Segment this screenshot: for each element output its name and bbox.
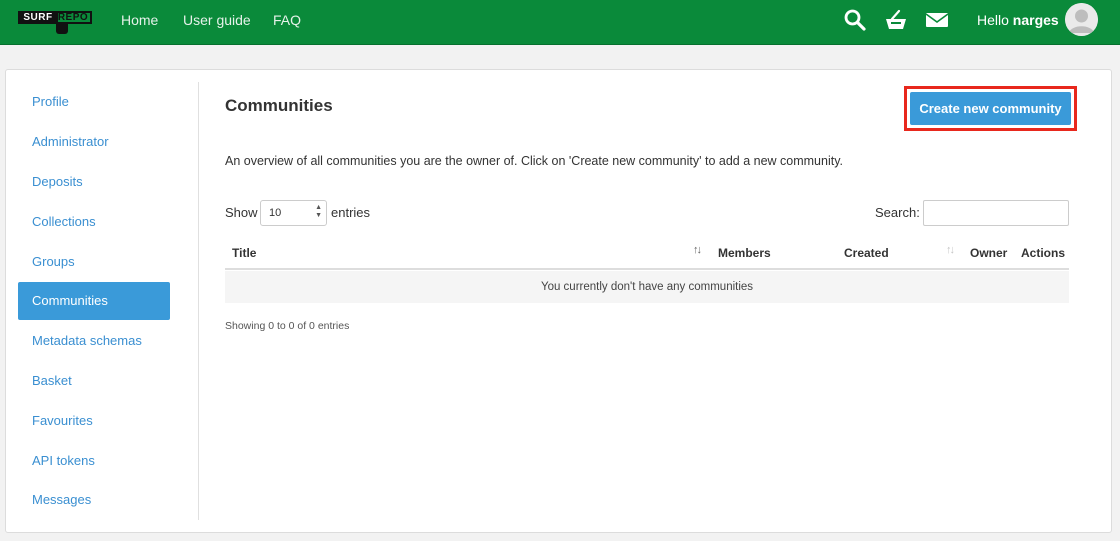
column-members[interactable]: Members	[718, 246, 771, 260]
sidebar-item-metadata-schemas[interactable]: Metadata schemas	[18, 322, 170, 360]
column-owner[interactable]: Owner	[970, 246, 1007, 260]
sort-asc-icon[interactable]: ↑↓	[693, 244, 702, 256]
entries-label: entries	[331, 205, 371, 220]
greeting-text: Hello	[977, 12, 1009, 28]
column-created[interactable]: Created	[844, 246, 889, 260]
username: narges	[1012, 12, 1059, 28]
search-label: Search:	[875, 205, 920, 220]
page-title: Communities	[225, 96, 333, 115]
create-button-highlight: Create new community	[904, 86, 1077, 131]
sidebar-item-messages[interactable]: Messages	[18, 481, 170, 519]
sidebar: Profile Administrator Deposits Collectio…	[6, 70, 199, 532]
entries-select-value: 10	[269, 207, 282, 219]
table-info: Showing 0 to 0 of 0 entries	[225, 320, 350, 332]
user-greeting[interactable]: Hello narges	[977, 12, 1059, 28]
empty-table-row: You currently don't have any communities	[225, 271, 1069, 303]
sidebar-divider	[198, 82, 199, 520]
logo-surf-text: SURF	[18, 11, 58, 24]
search-icon[interactable]	[842, 7, 868, 33]
avatar[interactable]	[1065, 3, 1098, 36]
sidebar-item-administrator[interactable]: Administrator	[18, 123, 170, 161]
search-input[interactable]	[923, 200, 1069, 226]
column-actions: Actions	[1021, 246, 1066, 260]
content-card: Profile Administrator Deposits Collectio…	[5, 69, 1112, 533]
sidebar-item-communities[interactable]: Communities	[18, 282, 170, 320]
nav-faq-link[interactable]: FAQ	[273, 12, 301, 28]
top-navbar: SURF REPO Home User guide FAQ Hello narg…	[0, 0, 1120, 45]
column-title[interactable]: Title	[232, 246, 256, 260]
surfrepo-logo[interactable]: SURF REPO	[18, 9, 93, 35]
page-description: An overview of all communities you are t…	[225, 154, 844, 168]
sidebar-item-api-tokens[interactable]: API tokens	[18, 442, 170, 480]
create-new-community-button[interactable]: Create new community	[910, 92, 1071, 125]
select-arrows-icon: ▲ ▼	[315, 204, 322, 219]
sort-both-icon[interactable]: ↑↓	[946, 244, 955, 256]
mail-icon[interactable]	[924, 7, 950, 33]
nav-user-guide-link[interactable]: User guide	[183, 12, 251, 28]
show-label: Show	[225, 205, 258, 220]
table-header: Title ↑↓ Members Created ↑↓ Owner Action…	[225, 236, 1069, 270]
sidebar-item-collections[interactable]: Collections	[18, 203, 170, 241]
sidebar-item-deposits[interactable]: Deposits	[18, 163, 170, 201]
user-avatar-icon	[1065, 3, 1098, 36]
nav-home-link[interactable]: Home	[121, 12, 158, 28]
sidebar-item-favourites[interactable]: Favourites	[18, 402, 170, 440]
entries-per-page-select[interactable]: 10 ▲ ▼	[260, 200, 327, 226]
basket-icon[interactable]	[883, 7, 909, 33]
logo-repo-text: REPO	[56, 11, 92, 24]
sidebar-item-basket[interactable]: Basket	[18, 362, 170, 400]
sidebar-item-groups[interactable]: Groups	[18, 243, 170, 281]
sidebar-item-profile[interactable]: Profile	[18, 83, 170, 121]
main-content: Communities Create new community An over…	[225, 70, 1077, 532]
